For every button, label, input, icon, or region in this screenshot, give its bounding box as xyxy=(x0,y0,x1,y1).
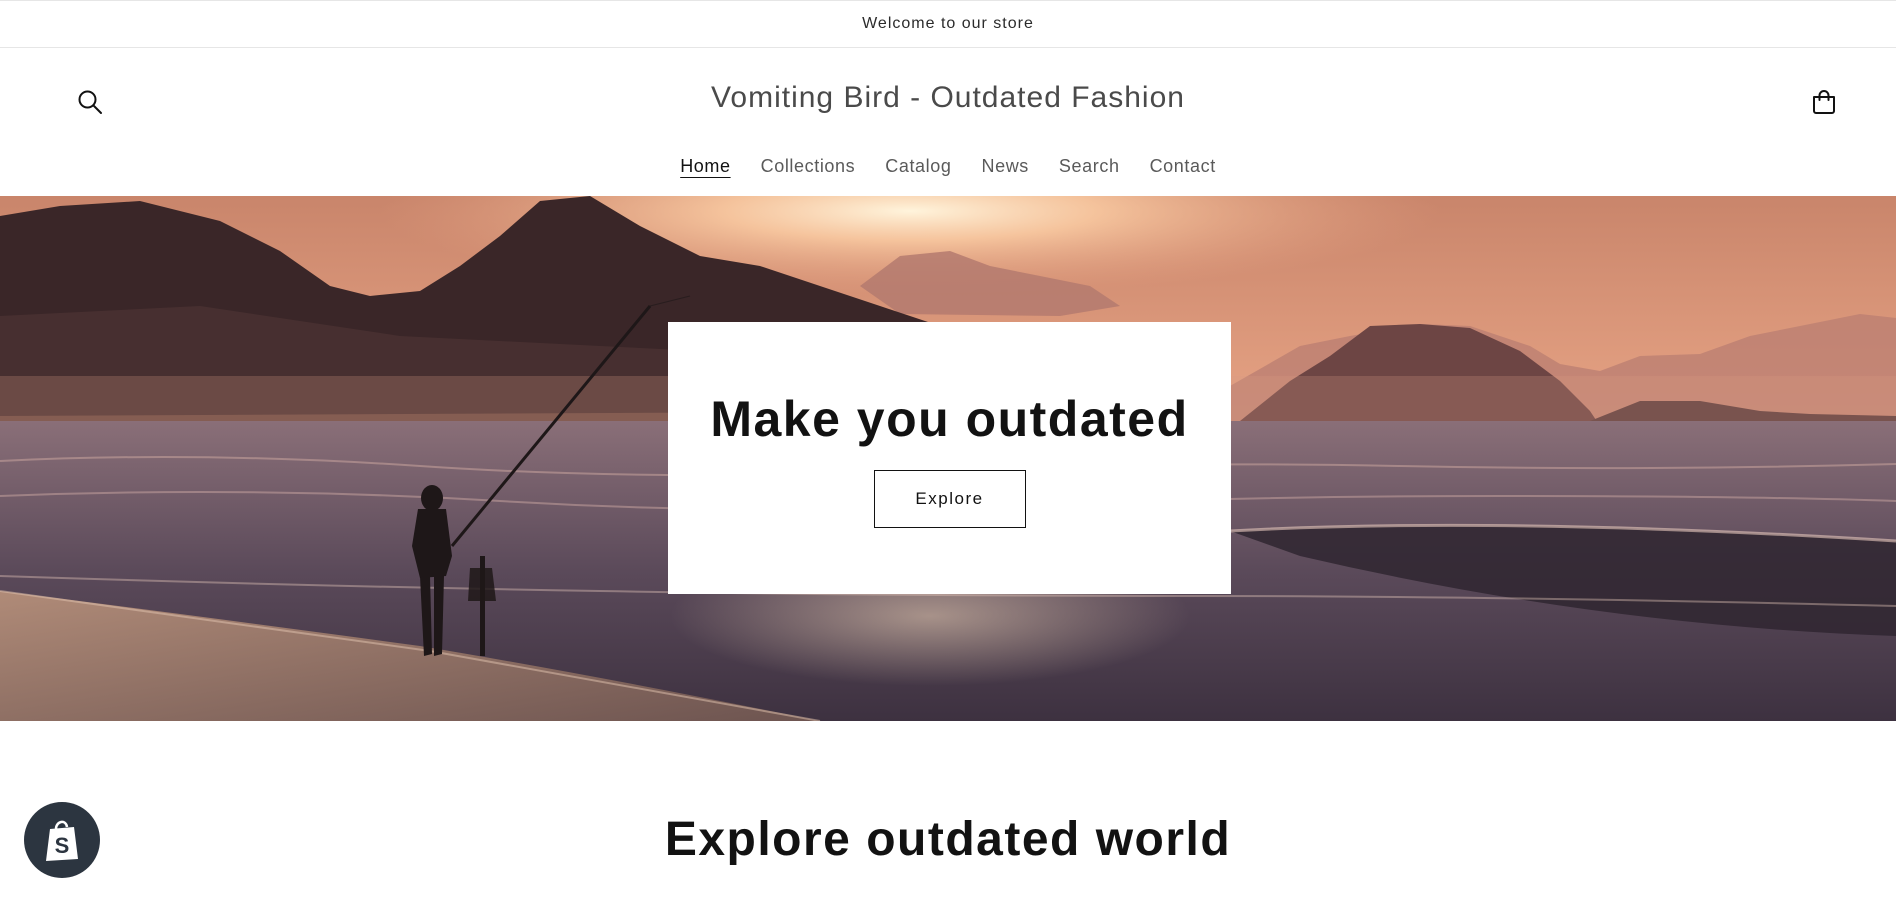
nav-item-news[interactable]: News xyxy=(982,156,1029,180)
section-heading: Explore outdated world xyxy=(664,813,1232,866)
hero-card: Make you outdated Explore xyxy=(668,322,1231,594)
hero-heading: Make you outdated xyxy=(710,391,1189,447)
shopify-badge[interactable]: S xyxy=(24,802,100,878)
site-header: Vomiting Bird - Outdated Fashion Home Co… xyxy=(0,48,1896,196)
main-nav: Home Collections Catalog News Search Con… xyxy=(0,156,1896,180)
announcement-bar: Welcome to our store xyxy=(0,0,1896,48)
announcement-text: Welcome to our store xyxy=(862,15,1034,32)
store-title[interactable]: Vomiting Bird - Outdated Fashion xyxy=(0,81,1896,115)
explore-button[interactable]: Explore xyxy=(873,470,1026,528)
nav-item-home[interactable]: Home xyxy=(680,156,730,180)
cart-icon xyxy=(1813,90,1835,114)
nav-item-search[interactable]: Search xyxy=(1059,156,1120,180)
header-cart-button[interactable] xyxy=(1806,84,1842,120)
nav-item-catalog[interactable]: Catalog xyxy=(885,156,951,180)
nav-item-contact[interactable]: Contact xyxy=(1150,156,1216,180)
hero-banner: Make you outdated Explore xyxy=(0,196,1896,721)
nav-item-collections[interactable]: Collections xyxy=(761,156,856,180)
svg-text:S: S xyxy=(55,833,70,858)
shopify-bag-icon: S xyxy=(46,820,78,861)
